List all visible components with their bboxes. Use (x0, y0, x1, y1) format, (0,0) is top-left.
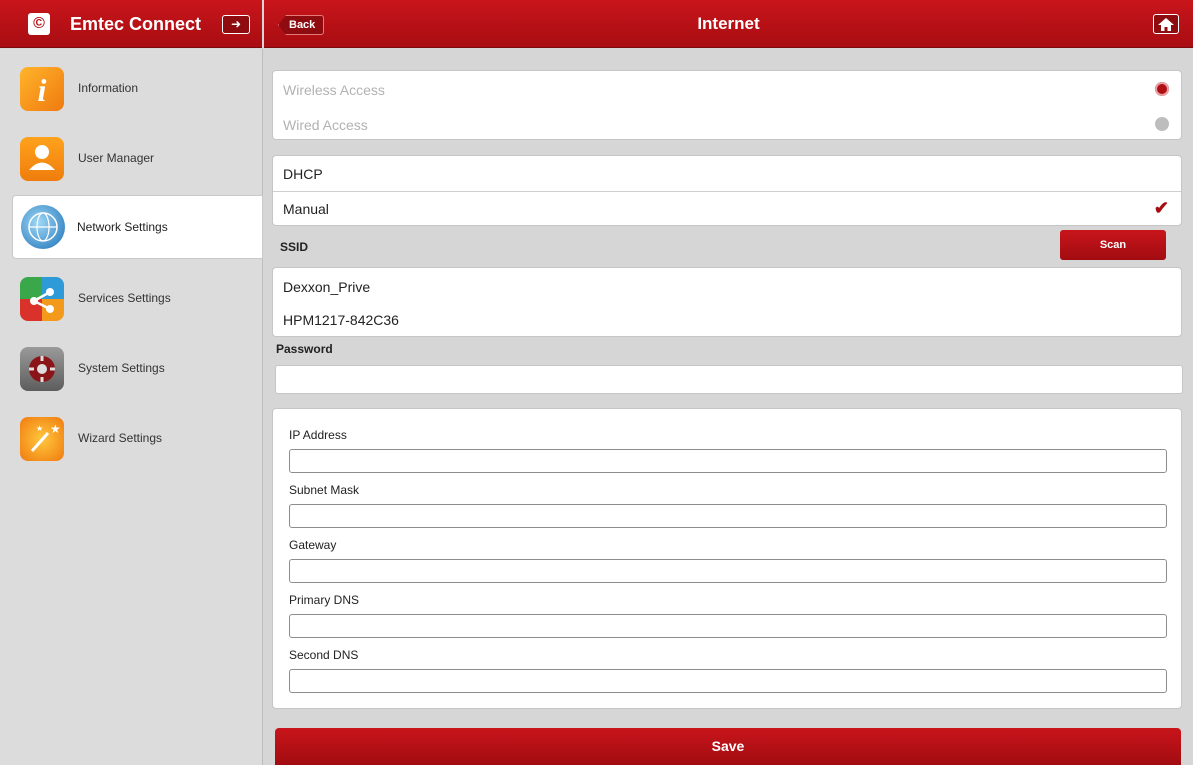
sidebar-item-label: System Settings (78, 361, 165, 375)
ip-address-label: IP Address (289, 428, 347, 442)
sidebar-item-information[interactable]: i Information (14, 57, 263, 121)
ssid-list: Dexxon_Prive HPM1217-842C36 (272, 267, 1182, 337)
gateway-label: Gateway (289, 538, 337, 552)
primary-dns-label: Primary DNS (289, 593, 360, 607)
wired-access-option[interactable]: Wired Access (273, 106, 1181, 141)
wireless-access-option[interactable]: Wireless Access (273, 71, 1181, 106)
password-input[interactable] (275, 365, 1183, 394)
sidebar: i Information User Manager Network Setti… (0, 49, 263, 765)
sidebar-item-wizard-settings[interactable]: ★ ★ Wizard Settings (14, 407, 263, 471)
access-type-card: Wireless Access Wired Access (272, 70, 1182, 140)
wand-icon: ★ ★ (20, 417, 64, 461)
radio-selected-icon (1155, 82, 1169, 96)
checkmark-icon: ✔ (1153, 198, 1169, 218)
globe-icon (21, 205, 65, 249)
subnet-mask-input[interactable] (289, 504, 1167, 528)
logout-button[interactable]: ➜ (222, 15, 250, 34)
sidebar-item-user-manager[interactable]: User Manager (14, 127, 263, 191)
svg-text:★: ★ (36, 424, 43, 433)
logout-icon: ➜ (230, 17, 242, 31)
brand-bar: © Emtec Connect ➜ (0, 0, 262, 48)
title-bar: Back Internet (264, 0, 1193, 48)
share-icon (20, 277, 64, 321)
wireless-access-label: Wireless Access (283, 82, 385, 98)
ip-address-input[interactable] (289, 449, 1167, 473)
svg-text:★: ★ (50, 422, 61, 436)
ssid-item[interactable]: HPM1217-842C36 (273, 303, 1181, 338)
sidebar-item-label: Network Settings (77, 220, 168, 234)
sidebar-item-services-settings[interactable]: Services Settings (14, 267, 263, 331)
main-panel: Wireless Access Wired Access DHCP Manual… (264, 49, 1193, 765)
sidebar-item-system-settings[interactable]: System Settings (14, 337, 263, 401)
ssid-label: SSID (280, 240, 309, 254)
user-icon (20, 137, 64, 181)
sidebar-item-label: User Manager (78, 151, 155, 165)
svg-text:i: i (38, 72, 47, 108)
gateway-input[interactable] (289, 559, 1167, 583)
home-button[interactable] (1153, 14, 1179, 34)
password-label: Password (276, 342, 333, 356)
dhcp-label: DHCP (283, 166, 323, 182)
static-ip-card: IP Address Subnet Mask Gateway Primary D… (272, 408, 1182, 709)
emtec-logo-icon: © (28, 13, 50, 35)
radio-unselected-icon (1155, 117, 1169, 131)
info-icon: i (20, 67, 64, 111)
brand-name: Emtec Connect (70, 14, 202, 34)
save-button[interactable]: Save (275, 728, 1181, 765)
gear-icon (20, 347, 64, 391)
ssid-name: HPM1217-842C36 (283, 312, 399, 328)
wired-access-label: Wired Access (283, 117, 368, 133)
subnet-mask-label: Subnet Mask (289, 483, 360, 497)
sidebar-item-label: Wizard Settings (78, 431, 163, 445)
ssid-name: Dexxon_Prive (283, 279, 371, 295)
sidebar-item-network-settings[interactable]: Network Settings (12, 195, 263, 259)
sidebar-item-label: Information (78, 81, 139, 95)
page-title: Internet (697, 14, 760, 33)
manual-label: Manual (283, 201, 329, 217)
home-icon (1158, 18, 1174, 31)
second-dns-label: Second DNS (289, 648, 359, 662)
manual-option[interactable]: Manual ✔ (273, 192, 1181, 227)
sidebar-item-label: Services Settings (78, 291, 171, 305)
ssid-item[interactable]: Dexxon_Prive (273, 268, 1181, 303)
dhcp-option[interactable]: DHCP (273, 156, 1181, 191)
scan-button[interactable]: Scan (1060, 230, 1166, 260)
second-dns-input[interactable] (289, 669, 1167, 693)
primary-dns-input[interactable] (289, 614, 1167, 638)
ip-mode-card: DHCP Manual ✔ (272, 155, 1182, 226)
